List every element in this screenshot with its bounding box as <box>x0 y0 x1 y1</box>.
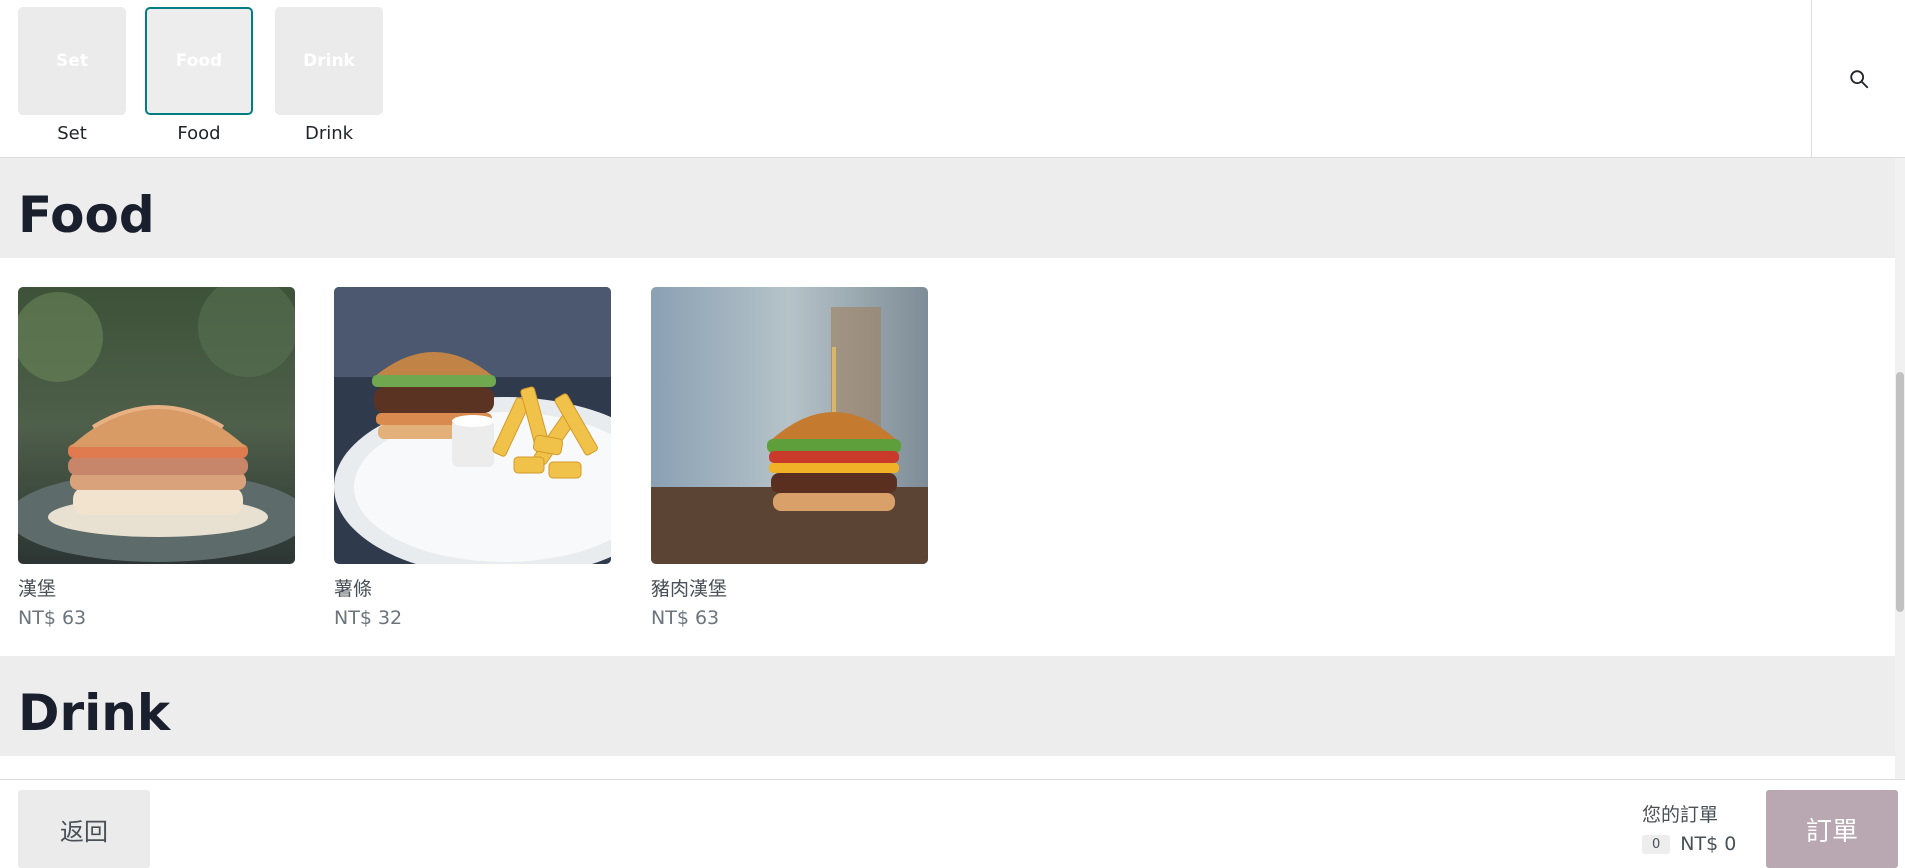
order-button[interactable]: 訂單 <box>1766 790 1898 868</box>
category-drink[interactable]: Drink Drink <box>275 7 383 144</box>
product-price: NT$ 63 <box>651 607 720 629</box>
scrollbar[interactable] <box>1895 158 1905 779</box>
category-label-food: Food <box>177 123 221 144</box>
category-label-drink: Drink <box>304 123 354 144</box>
burger-fries-photo[interactable] <box>334 287 611 564</box>
section-title-drink: Drink <box>18 684 171 742</box>
search-button[interactable] <box>1811 0 1905 157</box>
section-title-food: Food <box>18 186 155 244</box>
category-tile-food[interactable]: Food <box>145 7 253 115</box>
category-food[interactable]: Food Food <box>145 7 253 144</box>
scrollbar-thumb[interactable] <box>1896 372 1904 612</box>
product-list: Food 漢堡 NT$ 63 薯條 NT$ 32 豬肉漢堡 NT$ 63 Dri… <box>0 158 1895 779</box>
product-name: 薯條 <box>334 578 373 600</box>
search-icon[interactable] <box>1848 68 1870 90</box>
item-count-badge: 0 <box>1642 834 1671 854</box>
food-products: 漢堡 NT$ 63 薯條 NT$ 32 豬肉漢堡 NT$ 63 <box>0 258 1895 656</box>
section-food-header: Food <box>0 158 1895 258</box>
pork-burger-photo[interactable] <box>651 287 928 564</box>
category-header: Set Set Food Food Drink Drink <box>0 0 1905 158</box>
order-total: NT$ 0 <box>1680 833 1737 855</box>
order-summary: 您的訂單 0 NT$ 0 <box>1642 800 1736 855</box>
order-summary-label: 您的訂單 <box>1642 804 1719 826</box>
category-tile-set[interactable]: Set <box>18 7 126 115</box>
product-price: NT$ 32 <box>334 607 403 629</box>
category-label-set: Set <box>57 123 87 144</box>
category-tile-drink[interactable]: Drink <box>275 7 383 115</box>
section-drink-header: Drink <box>0 656 1895 756</box>
product-price: NT$ 63 <box>18 607 87 629</box>
burger-photo[interactable] <box>18 287 295 564</box>
product-card[interactable]: 薯條 NT$ 32 <box>334 287 611 629</box>
back-button[interactable]: 返回 <box>18 790 150 868</box>
footer-bar: 返回 您的訂單 0 NT$ 0 訂單 <box>0 779 1905 868</box>
category-set[interactable]: Set Set <box>18 7 126 144</box>
product-card[interactable]: 漢堡 NT$ 63 <box>18 287 295 629</box>
product-name: 豬肉漢堡 <box>651 578 728 600</box>
product-name: 漢堡 <box>18 578 57 600</box>
product-card[interactable]: 豬肉漢堡 NT$ 63 <box>651 287 928 629</box>
